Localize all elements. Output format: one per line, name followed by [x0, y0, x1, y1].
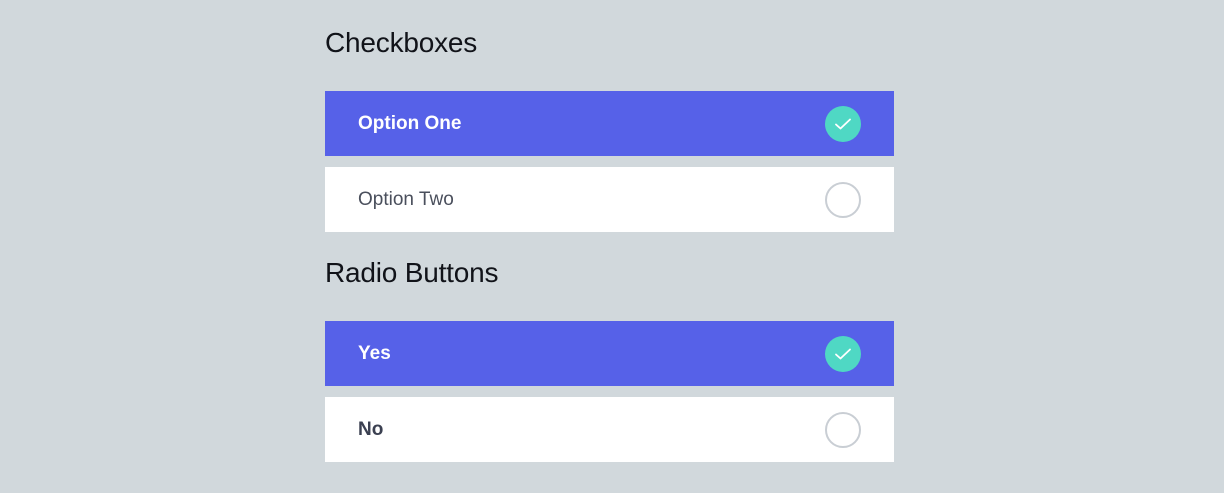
check-icon[interactable]	[825, 105, 861, 142]
empty-circle-icon[interactable]	[825, 411, 861, 448]
radio-option-no[interactable]: No	[325, 397, 894, 462]
check-icon[interactable]	[825, 335, 861, 372]
checkboxes-heading: Checkboxes	[325, 27, 478, 58]
checkbox-option-one[interactable]: Option One	[325, 91, 894, 156]
checkbox-option-one-label: Option One	[358, 112, 462, 134]
radio-option-yes-label: Yes	[358, 342, 391, 364]
radio-option-yes[interactable]: Yes	[325, 321, 894, 386]
checkbox-option-two-label: Option Two	[358, 188, 454, 210]
empty-circle-icon[interactable]	[825, 181, 861, 218]
radio-option-no-label: No	[358, 418, 384, 440]
radio-buttons-heading: Radio Buttons	[325, 257, 499, 288]
checkbox-option-two[interactable]: Option Two	[325, 167, 894, 232]
